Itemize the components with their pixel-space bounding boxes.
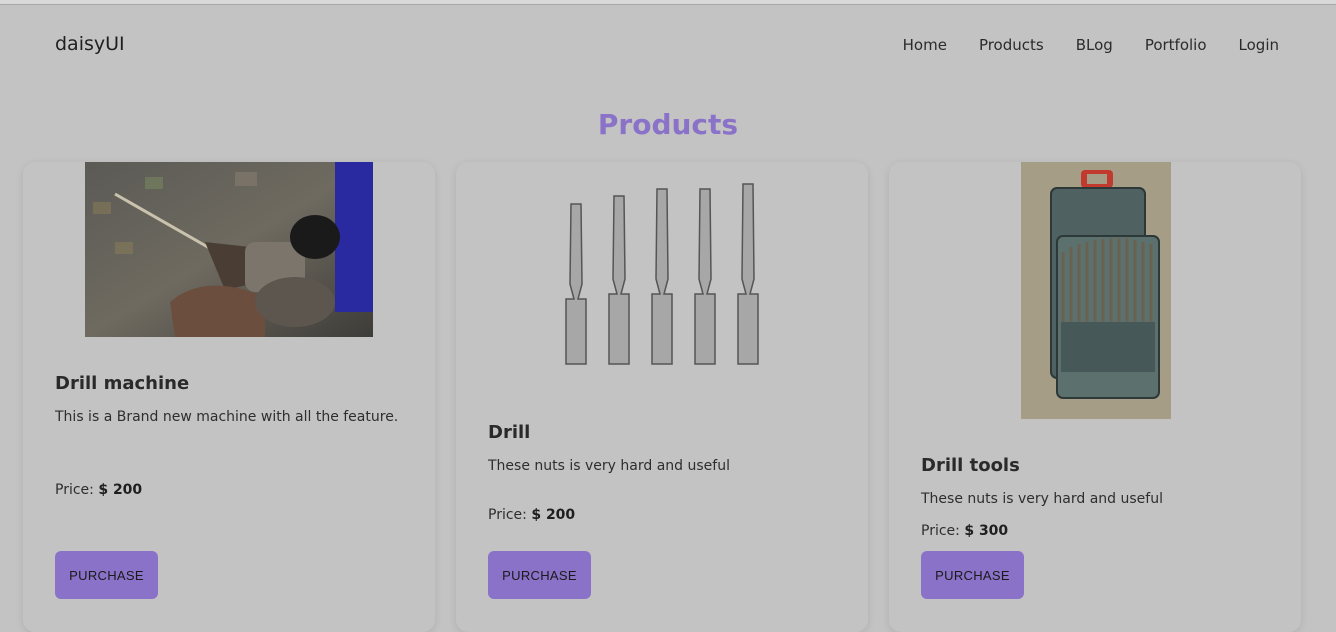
price-label: Price: [488,507,527,523]
product-title: Drill machine [55,373,190,394]
nav-home-link[interactable]: Home [903,36,947,54]
brand-logo[interactable]: daisyUI [55,33,125,55]
nav-login-link[interactable]: Login [1239,36,1279,54]
hand-drill-photo [85,162,373,337]
price-value: $ 200 [98,482,143,498]
product-description: This is a Brand new machine with all the… [55,409,399,425]
main-nav: Home Products BLog Portfolio Login [903,36,1279,54]
purchase-button[interactable]: PURCHASE [921,551,1024,599]
product-card: Drill These nuts is very hard and useful… [456,162,868,632]
nav-products-link[interactable]: Products [979,36,1044,54]
drill-bit-set-photo [1021,162,1171,419]
product-description: These nuts is very hard and useful [921,491,1163,507]
product-description: These nuts is very hard and useful [488,458,730,474]
drill-bits-photo [565,183,759,365]
product-price: Price: $ 200 [55,482,142,498]
price-value: $ 300 [964,523,1009,539]
product-card: Drill tools These nuts is very hard and … [889,162,1301,632]
product-price: Price: $ 300 [921,523,1008,539]
nav-portfolio-link[interactable]: Portfolio [1145,36,1207,54]
purchase-button[interactable]: PURCHASE [488,551,591,599]
price-label: Price: [921,523,960,539]
product-title: Drill tools [921,455,1020,476]
purchase-button[interactable]: PURCHASE [55,551,158,599]
product-card: Drill machine This is a Brand new machin… [23,162,435,632]
page-title: Products [597,108,739,141]
nav-blog-link[interactable]: BLog [1076,36,1113,54]
product-price: Price: $ 200 [488,507,575,523]
price-label: Price: [55,482,94,498]
window-top-border [0,0,1336,5]
product-title: Drill [488,422,531,443]
price-value: $ 200 [531,507,576,523]
